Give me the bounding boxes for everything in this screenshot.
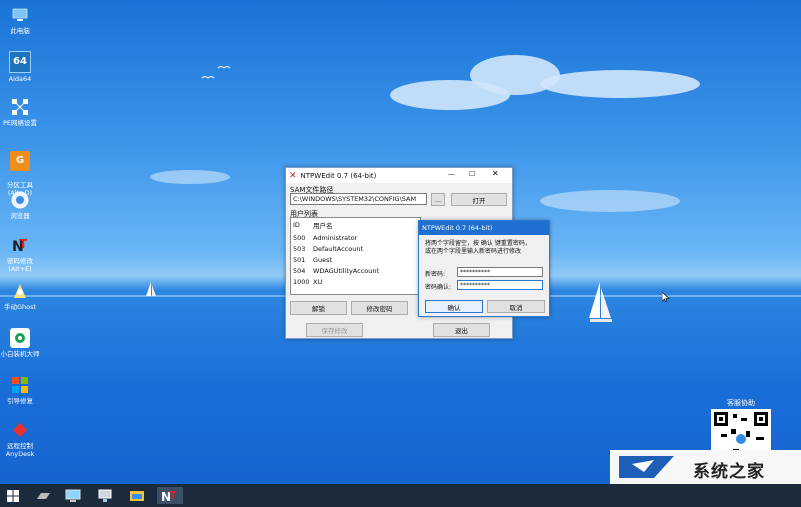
taskbar-monitor-button[interactable] — [64, 487, 82, 504]
installer-icon — [10, 328, 30, 348]
desktop-icon-label: 手动Ghost — [3, 303, 37, 311]
desktop-background: 此电脑 64 Aida64 PE网络设置 G 分区工具 (Alt+D) 浏览器 … — [0, 0, 801, 484]
watermark-logo: 系统之家 — [610, 450, 801, 484]
desktop-icon-label: 远程控制 AnyDesk — [5, 442, 35, 458]
monitor-icon — [65, 489, 81, 502]
main-window-title: NTPWEdit 0.7 (64-bit) — [300, 171, 377, 180]
confirm-password-field[interactable]: ********** — [457, 280, 543, 290]
desktop-icon-label: 小白装机大师 — [0, 350, 40, 358]
folder-icon — [130, 491, 144, 501]
ntpwedit-icon: N T — [161, 489, 177, 504]
desktop-icon-pe-network[interactable]: PE网络设置 — [0, 97, 45, 127]
user-row[interactable]: 500 Administrator — [293, 233, 357, 243]
dialog-instructions-line: 或在两个字段里输入新密码进行修改 — [425, 248, 522, 255]
boot-repair-icon — [10, 375, 30, 395]
drive-icon — [37, 492, 50, 499]
password-tool-icon: NT — [10, 235, 30, 255]
ntpwedit-app-icon: ✕ — [289, 170, 297, 181]
desktop-icon-aida64[interactable]: 64 Aida64 — [0, 51, 45, 83]
aida64-icon: 64 — [9, 51, 31, 73]
user-row[interactable]: 504 WDAGUtilityAccount — [293, 266, 379, 276]
user-name: XU — [313, 278, 323, 286]
maximize-icon[interactable]: ☐ — [469, 170, 475, 178]
column-header-id: ID — [293, 221, 300, 229]
svg-text:T: T — [169, 489, 177, 502]
desktop-icon-password-tool[interactable]: NT 密码修改 (Alt+E) — [0, 235, 45, 273]
change-password-button[interactable]: 修改密码 — [351, 301, 408, 315]
user-id: 500 — [293, 234, 306, 242]
desktop-icon-label: 浏览器 — [10, 212, 30, 220]
browse-button[interactable]: ... — [431, 193, 445, 206]
new-password-field[interactable]: ********** — [457, 267, 543, 277]
sailboat-icon — [589, 282, 612, 322]
taskbar-drive-button[interactable] — [34, 487, 52, 504]
user-id: 504 — [293, 267, 306, 275]
cancel-button[interactable]: 取消 — [487, 300, 545, 313]
desktop-icon-label: Aida64 — [8, 75, 32, 83]
birds-icon — [201, 66, 231, 79]
qr-caption: 客服协助 — [727, 399, 755, 407]
computer-icon — [10, 5, 30, 25]
user-name: Guest — [313, 256, 333, 264]
taskbar-ntpwedit-button[interactable]: N T — [157, 487, 183, 504]
user-list-header: ID 用户名 — [293, 220, 333, 230]
desktop-icon-ghost[interactable]: 手动Ghost — [0, 281, 45, 311]
user-id: 503 — [293, 245, 306, 253]
open-button[interactable]: 打开 — [451, 193, 507, 206]
user-id: 1000 — [293, 278, 310, 286]
taskbar: N T — [0, 484, 801, 507]
desktop-icon-label: PE网络设置 — [2, 119, 38, 127]
ghost-icon — [10, 281, 30, 301]
mouse-cursor-icon — [662, 292, 670, 303]
sam-path-input[interactable]: C:\WINDOWS\SYSTEM32\CONFIG\SAM — [290, 193, 427, 205]
desktop-icon-browser[interactable]: 浏览器 — [0, 190, 45, 220]
desktop-icon-this-pc[interactable]: 此电脑 — [0, 5, 45, 35]
user-row[interactable]: 501 Guest — [293, 255, 332, 265]
start-button[interactable] — [4, 487, 22, 504]
password-dialog: NTPWEdit 0.7 (64-bit) 将两个字段留空，按 确认 键重置密码… — [418, 220, 550, 317]
user-row[interactable]: 1000 XU — [293, 277, 322, 287]
watermark-text: 系统之家 — [693, 462, 765, 482]
partition-tool-icon: G — [10, 151, 30, 171]
unlock-button[interactable]: 解锁 — [290, 301, 347, 315]
new-password-label: 新密码: — [425, 271, 446, 278]
dialog-instructions-line: 将两个字段留空，按 确认 键重置密码， — [425, 240, 531, 247]
cloud — [540, 70, 700, 98]
network-icon — [10, 97, 30, 117]
cloud — [540, 190, 680, 212]
column-header-username: 用户名 — [313, 222, 333, 230]
watermark-icon — [619, 456, 674, 478]
desktop-icon-installer[interactable]: 小白装机大师 — [0, 328, 45, 358]
taskbar-explorer-button[interactable] — [128, 487, 146, 504]
save-changes-button[interactable]: 保存修改 — [306, 323, 363, 337]
user-id: 501 — [293, 256, 306, 264]
desktop-icon-boot-repair[interactable]: 引导修复 — [0, 375, 45, 405]
confirm-button[interactable]: 确认 — [425, 300, 483, 313]
desktop-icon-label: 密码修改 (Alt+E) — [7, 257, 33, 273]
user-row[interactable]: 503 DefaultAccount — [293, 244, 363, 254]
desktop-icon-label: 此电脑 — [10, 27, 30, 35]
minimize-icon[interactable]: — — [448, 170, 455, 178]
dialog-title: NTPWEdit 0.7 (64-bit) — [422, 224, 493, 232]
desktop-icon-label: 引导修复 — [7, 397, 33, 405]
network-drive-icon — [98, 489, 112, 502]
desktop-icon-anydesk[interactable]: 远程控制 AnyDesk — [0, 420, 45, 458]
anydesk-icon — [10, 420, 30, 440]
close-icon[interactable]: ✕ — [492, 169, 499, 178]
dialog-instructions: 将两个字段留空，按 确认 键重置密码， 或在两个字段里输入新密码进行修改 — [425, 240, 531, 256]
svg-text:T: T — [19, 237, 28, 251]
exit-button[interactable]: 退出 — [433, 323, 490, 337]
user-name: WDAGUtilityAccount — [313, 267, 380, 275]
main-window-titlebar: ✕ NTPWEdit 0.7 (64-bit) — ☐ ✕ — [286, 168, 512, 183]
user-name: Administrator — [313, 234, 358, 242]
confirm-password-label: 密码确认: — [425, 284, 452, 291]
cloud — [150, 170, 230, 184]
windows-logo-icon — [7, 489, 19, 502]
sailboat-icon — [146, 282, 156, 296]
browser-icon — [10, 190, 30, 210]
user-list[interactable]: ID 用户名 500 Administrator 503 DefaultAcco… — [290, 217, 421, 295]
user-name: DefaultAccount — [313, 245, 363, 253]
taskbar-network-button[interactable] — [96, 487, 114, 504]
dialog-titlebar: NTPWEdit 0.7 (64-bit) — [419, 221, 549, 235]
